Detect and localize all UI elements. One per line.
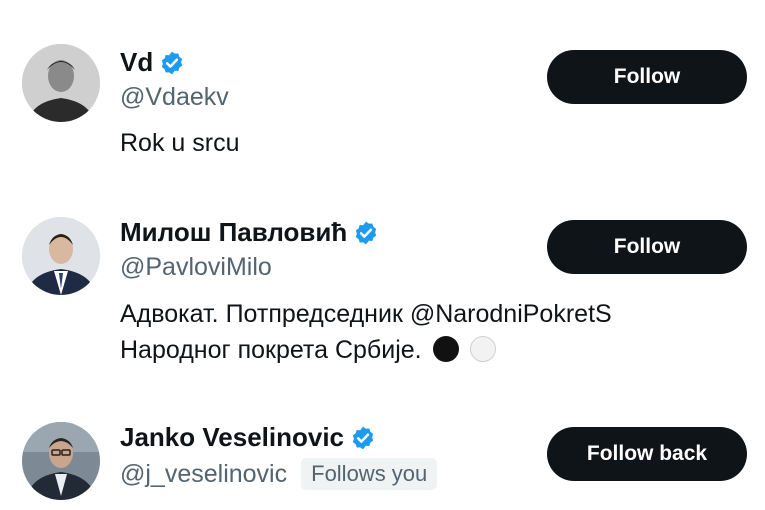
bio-line-text: Народног покрета Србије. bbox=[120, 336, 422, 364]
display-name[interactable]: Vd bbox=[120, 47, 153, 78]
bio: Rok u srcu bbox=[120, 129, 240, 157]
avatar[interactable] bbox=[22, 217, 100, 295]
follow-back-button[interactable]: Follow back bbox=[547, 427, 747, 481]
avatar[interactable] bbox=[22, 422, 100, 500]
avatar[interactable] bbox=[22, 44, 100, 122]
handle[interactable]: @Vdaekv bbox=[120, 83, 229, 112]
user-cell-veselinovic[interactable]: Janko Veselinovic @j_veselinovic Follows… bbox=[0, 400, 765, 510]
black-circle-icon bbox=[432, 336, 459, 362]
verified-badge-icon bbox=[162, 51, 183, 74]
follows-you-badge: Follows you bbox=[301, 458, 438, 490]
bio-line: Адвокат. Потпредседник @NarodniPokretS bbox=[120, 300, 612, 328]
follow-button[interactable]: Follow bbox=[547, 220, 747, 274]
handle[interactable]: @PavloviMilo bbox=[120, 253, 272, 282]
bio: Адвокат. Потпредседник @NarodniPokretS Н… bbox=[120, 296, 612, 368]
bio-line: Народног покрета Србије. bbox=[120, 332, 612, 368]
user-cell-vd[interactable]: Vd @Vdaekv Rok u srcu Follow bbox=[0, 0, 765, 190]
white-circle-icon bbox=[469, 336, 496, 362]
handle[interactable]: @j_veselinovic bbox=[120, 460, 287, 489]
follow-button[interactable]: Follow bbox=[547, 50, 747, 104]
user-cell-pavlovic[interactable]: Милош Павловић @PavloviMilo Адвокат. Пот… bbox=[0, 190, 765, 400]
verified-badge-icon bbox=[356, 221, 377, 244]
display-name[interactable]: Милош Павловић bbox=[120, 217, 347, 248]
verified-badge-icon bbox=[352, 426, 374, 449]
display-name[interactable]: Janko Veselinovic bbox=[120, 422, 344, 453]
